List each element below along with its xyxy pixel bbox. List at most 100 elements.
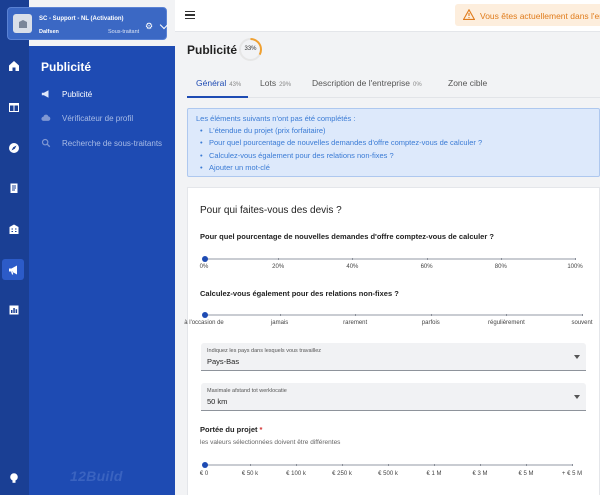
alert-heading: Les éléments suivants n'ont pas été comp… bbox=[196, 114, 356, 123]
sidebar-item-publicite[interactable]: Publicité bbox=[29, 85, 175, 105]
slider-handle[interactable] bbox=[201, 311, 208, 318]
gear-icon[interactable]: ⚙ bbox=[145, 22, 153, 31]
select-value: Pays-Bas bbox=[207, 357, 240, 366]
page-title: Publicité bbox=[187, 43, 238, 57]
home-icon[interactable] bbox=[7, 59, 21, 73]
tab-percent: 0% bbox=[413, 82, 422, 88]
slider-tick bbox=[572, 464, 573, 466]
incomplete-item-link[interactable]: Pour quel pourcentage de nouvelles deman… bbox=[200, 138, 482, 150]
slider-track[interactable] bbox=[204, 258, 575, 260]
incomplete-items-alert: Les éléments suivants n'ont pas été comp… bbox=[187, 108, 600, 177]
percentage-slider[interactable] bbox=[201, 255, 576, 262]
tab-general[interactable]: Général 43% bbox=[196, 78, 241, 88]
sidebar-title: Publicité bbox=[41, 60, 92, 74]
slider-tick-label: € 1 M bbox=[426, 471, 442, 477]
slider-tick bbox=[434, 464, 435, 466]
slider-tick bbox=[355, 314, 357, 316]
alert-text: Vous êtes actuellement dans l'en bbox=[480, 11, 600, 21]
question-project-scope: Portée du projet * bbox=[200, 425, 262, 434]
slider-tick-label: régulièrement bbox=[488, 320, 525, 326]
question-label: Portée du projet bbox=[200, 425, 258, 434]
tab-label: Lots bbox=[260, 78, 277, 88]
org-role: Sous-traitant bbox=[108, 29, 140, 35]
max-distance-select[interactable]: Maximale afstand tot werklocatie 50 km bbox=[201, 383, 586, 411]
slider-tick-label: rarement bbox=[343, 320, 368, 326]
project-scope-slider[interactable] bbox=[201, 461, 573, 468]
tab-company-description[interactable]: Description de l'entreprise 0% bbox=[312, 78, 422, 88]
question-non-fixed-relations: Calculez-vous également pour des relatio… bbox=[200, 289, 399, 298]
slider-tick bbox=[352, 258, 354, 260]
slider-tick-label: € 100 k bbox=[286, 471, 306, 477]
sidebar-item-profile-checker[interactable]: Vérificateur de profil bbox=[29, 109, 175, 129]
slider-tick bbox=[296, 464, 297, 466]
tab-lots[interactable]: Lots 29% bbox=[260, 78, 291, 88]
incomplete-item-link[interactable]: Ajouter un mot-clé bbox=[200, 163, 482, 175]
slider-tick-label: souvent bbox=[571, 320, 593, 326]
chart-icon[interactable] bbox=[7, 303, 21, 317]
slider-handle[interactable] bbox=[201, 255, 208, 262]
slider-track[interactable] bbox=[204, 314, 582, 316]
required-marker: * bbox=[259, 425, 263, 434]
lightbulb-icon[interactable] bbox=[7, 471, 21, 485]
megaphone-icon bbox=[41, 89, 53, 101]
organization-switcher[interactable]: SC - Support - NL (Activation) Dalfsen S… bbox=[7, 7, 169, 40]
slider-tick-label: 100% bbox=[567, 264, 583, 270]
compass-icon[interactable] bbox=[7, 141, 21, 155]
countries-select[interactable]: Indiquez les pays dans lesquels vous tra… bbox=[201, 343, 586, 371]
tab-label: Zone cible bbox=[448, 78, 488, 88]
slider-tick bbox=[278, 258, 280, 260]
brand-logo: 12Build bbox=[70, 468, 123, 484]
tab-percent: 29% bbox=[279, 82, 292, 88]
slider-tick-label: 20% bbox=[272, 264, 285, 270]
slider-tick-label: + € 5 M bbox=[561, 471, 583, 477]
slider-tick bbox=[480, 464, 481, 466]
cloud-icon bbox=[41, 113, 53, 125]
slider-tick-label: € 5 M bbox=[518, 471, 534, 477]
table-icon[interactable] bbox=[7, 100, 21, 114]
question-percentage: Pour quel pourcentage de nouvelles deman… bbox=[200, 232, 494, 241]
select-label: Maximale afstand tot werklocatie bbox=[207, 388, 287, 394]
slider-tick bbox=[388, 464, 389, 466]
slider-handle[interactable] bbox=[201, 461, 208, 468]
top-bar: Vous êtes actuellement dans l'en bbox=[175, 0, 600, 32]
slider-tick-label: € 500 k bbox=[378, 471, 398, 477]
sidebar-item-label: Publicité bbox=[62, 90, 93, 99]
frequency-slider[interactable] bbox=[201, 311, 583, 318]
slider-tick bbox=[279, 314, 281, 316]
building-icon[interactable] bbox=[7, 222, 21, 236]
sidebar-item-label: Vérificateur de profil bbox=[62, 114, 134, 123]
org-name: SC - Support - NL (Activation) bbox=[39, 16, 124, 22]
environment-alert: Vous êtes actuellement dans l'en bbox=[455, 4, 600, 26]
incomplete-item-link[interactable]: L'étendue du projet (prix forfaitaire) bbox=[200, 126, 482, 138]
tabs-divider bbox=[187, 97, 600, 98]
section-title: Pour qui faites-vous des devis ? bbox=[200, 205, 342, 216]
slider-tick-label: € 50 k bbox=[241, 471, 259, 477]
sidebar-item-label: Recherche de sous-traitants bbox=[62, 139, 163, 148]
tab-percent: 43% bbox=[229, 82, 242, 88]
chevron-down-icon[interactable] bbox=[159, 20, 169, 30]
megaphone-icon[interactable] bbox=[7, 263, 21, 277]
incomplete-item-link[interactable]: Calculez-vous également pour des relatio… bbox=[200, 151, 482, 163]
sidebar-item-subcontractor-search[interactable]: Recherche de sous-traitants bbox=[29, 134, 175, 154]
org-location: Dalfsen bbox=[39, 29, 59, 35]
slider-tick bbox=[582, 314, 583, 316]
active-tab-indicator bbox=[187, 96, 248, 98]
slider-tick bbox=[575, 258, 576, 260]
progress-label: 33% bbox=[244, 46, 257, 52]
slider-tick bbox=[500, 258, 502, 260]
menu-icon[interactable] bbox=[185, 11, 195, 19]
slider-tick-label: € 3 M bbox=[472, 471, 488, 477]
search-icon bbox=[41, 138, 53, 150]
slider-tick-label: € 0 bbox=[199, 471, 209, 477]
slider-tick-label: € 250 k bbox=[332, 471, 352, 477]
slider-tick bbox=[430, 314, 432, 316]
slider-tick-label: jamais bbox=[270, 320, 289, 326]
clipboard-icon[interactable] bbox=[7, 181, 21, 195]
tab-label: Général bbox=[196, 78, 227, 88]
slider-tick bbox=[250, 464, 251, 466]
tab-label: Description de l'entreprise bbox=[312, 78, 411, 88]
slider-tick bbox=[526, 464, 527, 466]
project-scope-hint: les valeurs sélectionnées doivent être d… bbox=[200, 439, 341, 446]
slider-tick bbox=[426, 258, 428, 260]
tab-target-zone[interactable]: Zone cible bbox=[448, 78, 487, 88]
